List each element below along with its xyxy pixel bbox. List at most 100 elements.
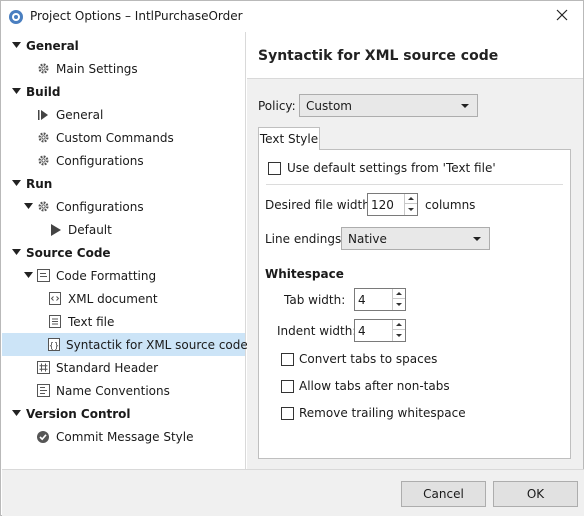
- convert-tabs-checkbox[interactable]: [281, 353, 294, 366]
- braces-file-icon: {}: [48, 338, 60, 352]
- remove-trailing-label: Remove trailing whitespace: [299, 406, 466, 420]
- policy-label: Policy:: [258, 99, 296, 113]
- indent-width-stepper[interactable]: 4: [354, 319, 406, 342]
- tree-item-label: Configurations: [56, 199, 144, 214]
- expanded-arrow-icon[interactable]: [11, 41, 21, 51]
- tree-item-build-configurations[interactable]: Configurations: [2, 149, 245, 172]
- page-header: Syntactik for XML source code: [247, 32, 583, 79]
- options-tree: General Main Settings Build General Cust…: [2, 32, 248, 469]
- tab-width-value: 4: [358, 293, 366, 307]
- tree-item-label: Source Code: [26, 245, 111, 260]
- gear-icon: [36, 154, 50, 168]
- arrow-up-icon: [396, 323, 402, 326]
- tree-item-label: Standard Header: [56, 360, 159, 375]
- tree-item-name-conventions[interactable]: Name Conventions: [2, 379, 245, 402]
- tab-text-style[interactable]: Text Style: [258, 127, 320, 150]
- whitespace-heading: Whitespace: [265, 267, 344, 281]
- tree-item-custom-commands[interactable]: Custom Commands: [2, 126, 245, 149]
- decrement-button[interactable]: [393, 330, 405, 340]
- tree-item-label: Default: [68, 222, 112, 237]
- tab-width-label: Tab width:: [284, 293, 346, 307]
- tree-item-run-configurations[interactable]: Configurations: [2, 195, 245, 218]
- tree-item-label: Main Settings: [56, 61, 138, 76]
- tree-item-version-control[interactable]: Version Control: [2, 402, 245, 425]
- commit-icon: [36, 430, 50, 444]
- arrow-down-icon: [396, 333, 402, 337]
- ok-button[interactable]: OK: [493, 481, 578, 507]
- chevron-down-icon: [461, 104, 469, 108]
- divider: [266, 184, 563, 185]
- decrement-button[interactable]: [393, 299, 405, 309]
- arrow-down-icon: [396, 302, 402, 306]
- tree-item-standard-header[interactable]: Standard Header: [2, 356, 245, 379]
- build-run-icon: [36, 108, 50, 122]
- indent-width-value: 4: [358, 324, 366, 338]
- arrow-down-icon: [408, 207, 414, 211]
- tree-item-label: Commit Message Style: [56, 429, 194, 444]
- cancel-button-label: Cancel: [423, 487, 464, 501]
- tree-item-label: Text file: [68, 314, 115, 329]
- gear-icon: [36, 200, 50, 214]
- increment-button[interactable]: [393, 320, 405, 330]
- decrement-button[interactable]: [405, 204, 417, 214]
- line-endings-select[interactable]: Native: [341, 227, 490, 250]
- remove-trailing-checkbox[interactable]: [281, 407, 294, 420]
- expanded-arrow-icon[interactable]: [11, 409, 21, 419]
- xml-file-icon: [48, 292, 62, 306]
- tree-item-label: Version Control: [26, 406, 131, 421]
- tree-item-main-settings[interactable]: Main Settings: [2, 57, 245, 80]
- expanded-arrow-icon[interactable]: [11, 87, 21, 97]
- tree-item-label: Configurations: [56, 153, 144, 168]
- policy-select[interactable]: Custom: [299, 94, 478, 117]
- desired-width-label: Desired file width:: [265, 198, 374, 212]
- tree-item-general[interactable]: General: [2, 34, 245, 57]
- tree-item-label: Run: [26, 176, 53, 191]
- expanded-arrow-icon[interactable]: [23, 202, 33, 212]
- columns-label: columns: [425, 198, 476, 212]
- ok-button-label: OK: [526, 487, 545, 501]
- close-icon: [556, 9, 568, 24]
- tree-item-label: Build: [26, 84, 61, 99]
- expanded-arrow-icon[interactable]: [11, 248, 21, 258]
- tree-item-build[interactable]: Build: [2, 80, 245, 103]
- expanded-arrow-icon[interactable]: [11, 179, 21, 189]
- text-file-icon: [48, 315, 62, 329]
- dialog-footer: Cancel OK: [2, 469, 584, 516]
- window-title: Project Options – IntlPurchaseOrder: [30, 9, 243, 23]
- tree-item-commit-message-style[interactable]: Commit Message Style: [2, 425, 245, 448]
- page-title: Syntactik for XML source code: [258, 48, 499, 64]
- project-options-dialog: Project Options – IntlPurchaseOrder Gene…: [0, 0, 584, 516]
- allow-tabs-checkbox[interactable]: [281, 380, 294, 393]
- tree-item-label: Custom Commands: [56, 130, 174, 145]
- desired-width-stepper[interactable]: 120: [367, 193, 418, 216]
- tree-item-code-formatting[interactable]: Code Formatting: [2, 264, 245, 287]
- close-button[interactable]: [549, 5, 575, 27]
- arrow-up-icon: [396, 292, 402, 295]
- header-icon: [36, 361, 50, 375]
- tree-item-label: General: [56, 107, 104, 122]
- tree-item-xml-document[interactable]: XML document: [2, 287, 245, 310]
- name-conventions-icon: [36, 384, 50, 398]
- svg-text:{}: {}: [49, 341, 59, 350]
- tree-item-source-code[interactable]: Source Code: [2, 241, 245, 264]
- code-formatting-icon: [36, 269, 50, 283]
- convert-tabs-label: Convert tabs to spaces: [299, 352, 438, 366]
- expanded-arrow-icon[interactable]: [23, 271, 33, 281]
- tree-item-label: Name Conventions: [56, 383, 170, 398]
- tree-item-label: General: [26, 38, 79, 53]
- tree-item-run[interactable]: Run: [2, 172, 245, 195]
- tree-item-label: XML document: [68, 291, 158, 306]
- increment-button[interactable]: [393, 289, 405, 299]
- gear-icon: [36, 131, 50, 145]
- tree-item-default[interactable]: Default: [2, 218, 245, 241]
- tree-item-syntactik[interactable]: {} Syntactik for XML source code: [2, 333, 248, 356]
- tab-width-stepper[interactable]: 4: [354, 288, 406, 311]
- use-default-checkbox[interactable]: [268, 162, 281, 175]
- gear-icon: [36, 62, 50, 76]
- title-bar: Project Options – IntlPurchaseOrder: [1, 1, 583, 32]
- cancel-button[interactable]: Cancel: [401, 481, 486, 507]
- increment-button[interactable]: [405, 194, 417, 204]
- tree-item-text-file[interactable]: Text file: [2, 310, 245, 333]
- tree-item-label: Syntactik for XML source code: [66, 337, 248, 352]
- tree-item-build-general[interactable]: General: [2, 103, 245, 126]
